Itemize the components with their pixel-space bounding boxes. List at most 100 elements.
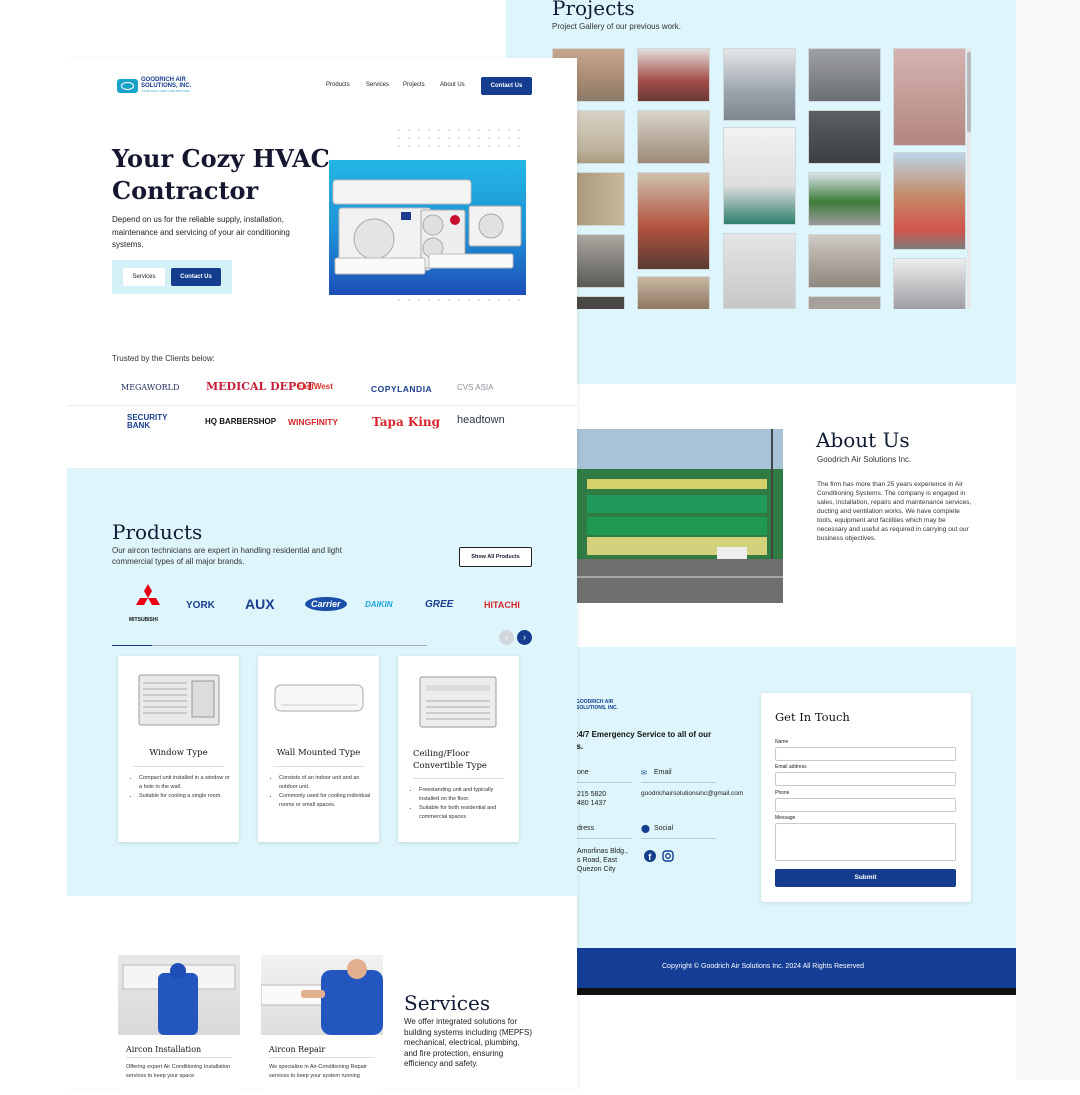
product-card-wall-mounted[interactable]: Wall Mounted Type Consists of an indoor … [258, 656, 379, 842]
window-aircon-image [137, 673, 221, 732]
gallery-photo[interactable] [893, 152, 966, 250]
product-bullet: Commonly used for cooling individual roo… [279, 792, 372, 809]
products-section: Products Our aircon technicians are expe… [67, 468, 577, 896]
brand-aux: AUX [245, 596, 275, 612]
client-logo-cvs-asia: CVS ASIA [457, 383, 494, 392]
projects-title: Projects [552, 0, 635, 20]
divider [577, 838, 632, 839]
message-field[interactable] [775, 823, 956, 861]
about-title: About Us [816, 428, 910, 452]
brand-mitsubishi: MITSUBISHI [129, 617, 158, 623]
product-bullet: Freestanding unit and typically installe… [419, 786, 512, 803]
product-card-window[interactable]: Window Type Compact unit installed in a … [118, 656, 239, 842]
email-field[interactable] [775, 772, 956, 786]
project-gallery[interactable] [552, 48, 972, 309]
site-logo[interactable]: GOODRICH AIR SOLUTIONS, INC. YOUR COZY H… [117, 77, 191, 95]
chevron-left-icon[interactable]: ‹ [499, 630, 514, 645]
divider [133, 766, 224, 767]
hero-description: Depend on us for the reliable supply, in… [112, 215, 290, 249]
products-title: Products [112, 520, 203, 544]
name-label: Name [775, 739, 789, 745]
show-all-products-button[interactable]: Show All Products [459, 547, 532, 567]
products-description: Our aircon technicians are expert in han… [112, 546, 342, 566]
nav-about[interactable]: About Us [440, 82, 465, 88]
brand-carrier: Carrier [305, 597, 347, 611]
services-description: We offer integrated solutions for buildi… [404, 1017, 533, 1068]
gallery-photo[interactable] [808, 172, 881, 226]
copyright-text: Copyright © Goodrich Air Solutions Inc. … [662, 963, 865, 970]
divider [269, 1057, 375, 1058]
submit-button[interactable]: Submit [775, 869, 956, 887]
services-button[interactable]: Services [123, 268, 165, 286]
facebook-icon[interactable]: f [644, 849, 656, 867]
about-building-photo [577, 429, 783, 603]
hero-title: Your Cozy HVAC Contractor [112, 144, 330, 205]
product-bullet: Suitable for both residential and commer… [419, 804, 512, 821]
gallery-photo[interactable] [808, 110, 881, 164]
projects-subtitle: Project Gallery of our previous work. [552, 22, 681, 31]
social-label: Social [654, 825, 674, 832]
client-logo-eastwest: EastWest [297, 382, 333, 391]
clients-heading: Trusted by the Clients below: [112, 354, 215, 363]
product-card-ceiling-floor[interactable]: Ceiling/Floor Convertible Type Freestand… [398, 656, 519, 842]
contact-button[interactable]: Contact Us [171, 268, 221, 286]
brand-carousel-progress [112, 645, 427, 646]
mitsubishi-logo-icon [129, 584, 167, 619]
gallery-photo[interactable] [808, 234, 881, 288]
gallery-photo[interactable] [723, 127, 796, 225]
footer-bottom-bar [577, 988, 1016, 995]
divider [413, 778, 504, 779]
phone-field[interactable] [775, 798, 956, 812]
service-title: Aircon Installation [126, 1045, 202, 1054]
gallery-photo[interactable] [723, 48, 796, 121]
gallery-photo[interactable] [637, 276, 710, 309]
gallery-photo[interactable] [637, 110, 710, 164]
client-logo-copylandia: COPYLANDIA [371, 384, 433, 394]
product-bullet: Consists of an indoor unit and an outdoo… [279, 774, 372, 791]
client-logo-headtown: headtown [457, 414, 505, 426]
service-card-installation[interactable]: Aircon Installation Offering expert Air … [118, 955, 240, 1095]
nav-contact-button[interactable]: Contact Us [481, 77, 532, 95]
hero-aircon-image [329, 128, 529, 308]
gallery-photo[interactable] [808, 48, 881, 102]
client-logo-megaworld: MEGAWORLD [121, 383, 180, 392]
divider [126, 1057, 232, 1058]
wall-aircon-image [273, 683, 365, 724]
divider [641, 838, 716, 839]
gallery-photo[interactable] [637, 48, 710, 102]
phone-field-label: Phone [775, 790, 790, 796]
nav-projects[interactable]: Projects [403, 82, 425, 88]
service-text: We specialize in Air-Conditioning Repair… [269, 1064, 367, 1079]
hero-button-group: Services Contact Us [112, 260, 232, 294]
nav-services[interactable]: Services [366, 82, 389, 88]
brand-hitachi: HITACHI [484, 600, 520, 610]
gallery-photo[interactable] [893, 258, 966, 309]
phone-numbers: 215 5820 480 1437 [577, 791, 607, 807]
page-background-strip [1016, 0, 1080, 1080]
divider [641, 782, 716, 783]
logo-emblem-icon [117, 79, 138, 94]
client-logo-hq-barbershop: HQ BARBERSHOP [205, 417, 277, 426]
gallery-photo[interactable] [808, 296, 881, 309]
address-label: dress [577, 825, 595, 832]
email-field-label: Email address [775, 764, 807, 770]
name-field[interactable] [775, 747, 956, 761]
gallery-scrollbar[interactable] [967, 48, 971, 309]
product-title: Ceiling/Floor Convertible Type [413, 749, 487, 771]
home-panel: GOODRICH AIR SOLUTIONS, INC. YOUR COZY H… [67, 58, 577, 1095]
about-description: The firm has more than 25 years experien… [817, 481, 972, 542]
service-title: Aircon Repair [269, 1045, 326, 1054]
nav-products[interactable]: Products [326, 82, 350, 88]
product-bullet: Suitable for cooling a single room. [139, 792, 232, 801]
chevron-right-icon[interactable]: › [517, 630, 532, 645]
brand-daikin: DAIKIN [365, 600, 393, 609]
message-label: Message [775, 815, 796, 821]
gallery-photo[interactable] [723, 233, 796, 309]
service-card-repair[interactable]: Aircon Repair We specialize in Air-Condi… [261, 955, 383, 1095]
instagram-icon[interactable] [662, 849, 674, 867]
service-text: Offering expert Air Conditioning Install… [126, 1064, 231, 1079]
gallery-photo[interactable] [893, 48, 966, 146]
gallery-photo[interactable] [637, 172, 710, 270]
email-value[interactable]: goodrichairsolutionsinc@gmail.com [641, 790, 743, 797]
ceiling-aircon-image [418, 673, 500, 736]
